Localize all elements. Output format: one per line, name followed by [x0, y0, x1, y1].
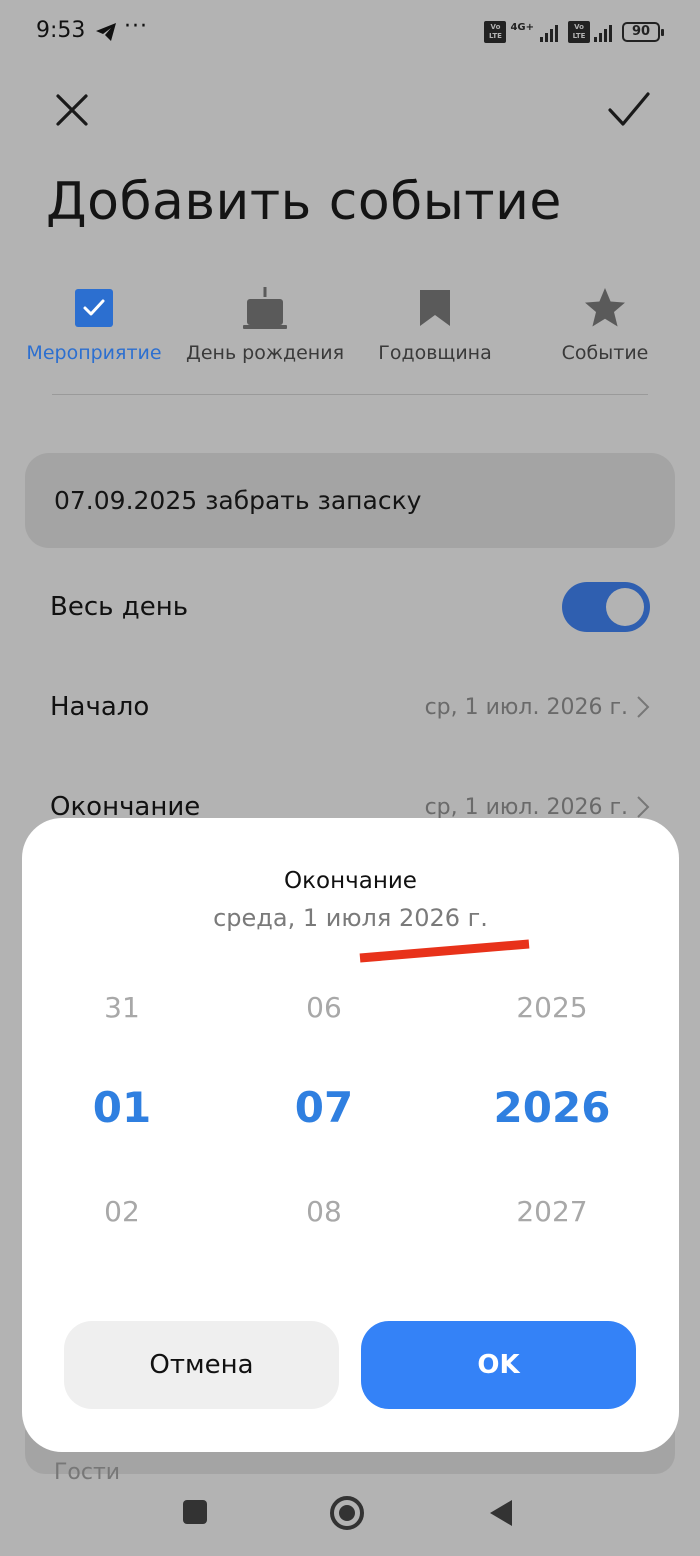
bookmark-icon — [420, 290, 450, 326]
month-next[interactable]: 08 — [234, 1182, 414, 1242]
dialog-title: Окончание — [284, 868, 417, 894]
cancel-button[interactable]: Отмена — [64, 1321, 339, 1409]
signal-icon — [540, 22, 558, 42]
red-underline-annotation — [359, 939, 530, 963]
divider — [52, 394, 648, 395]
day-next[interactable]: 02 — [32, 1182, 212, 1242]
recents-button[interactable] — [183, 1500, 207, 1524]
tab-label: Событие — [561, 342, 649, 364]
all-day-row: Весь день — [50, 577, 650, 637]
back-button[interactable] — [488, 1498, 514, 1528]
star-icon — [585, 288, 625, 327]
tab-label: Мероприятие — [26, 342, 162, 364]
tab-event[interactable]: Событие — [548, 280, 662, 364]
network-type: 4G+ — [510, 21, 534, 33]
month-wheel[interactable]: 06 07 08 — [234, 978, 414, 1242]
tab-label: Годовщина — [378, 342, 492, 364]
chevron-right-icon — [637, 696, 650, 718]
status-time: 9:53 — [36, 18, 86, 43]
year-next[interactable]: 2027 — [462, 1182, 642, 1242]
tab-label: День рождения — [185, 342, 345, 364]
volte-icon: Vo LTE — [484, 21, 507, 43]
close-icon[interactable] — [50, 88, 94, 132]
page-title: Добавить событие — [46, 172, 562, 232]
tab-meeting[interactable]: Мероприятие — [24, 280, 164, 364]
signal-icon-2 — [594, 22, 612, 42]
end-value: ср, 1 июл. 2026 г. — [424, 794, 628, 820]
status-indicators: Vo LTE 4G+ Vo LTE 90 — [484, 20, 664, 44]
all-day-label: Весь день — [50, 592, 189, 622]
ok-button[interactable]: OK — [361, 1321, 636, 1409]
event-type-tabs: Мероприятие День рождения Годовщина Собы… — [0, 280, 700, 380]
year-wheel[interactable]: 2025 2026 2027 — [462, 978, 642, 1242]
start-value: ср, 1 июл. 2026 г. — [424, 694, 628, 720]
checkbox-icon — [75, 289, 113, 327]
navigation-bar — [0, 1474, 700, 1556]
battery-icon: 90 — [622, 22, 664, 42]
dialog-selected-date: среда, 1 июля 2026 г. — [213, 904, 488, 932]
more-notifications-icon: ··· — [124, 14, 148, 39]
all-day-toggle[interactable] — [562, 582, 650, 632]
start-row[interactable]: Начало ср, 1 июл. 2026 г. — [50, 677, 650, 737]
home-button[interactable] — [330, 1496, 364, 1530]
month-prev[interactable]: 06 — [234, 978, 414, 1038]
day-wheel[interactable]: 31 01 02 — [32, 978, 212, 1242]
confirm-check-icon[interactable] — [606, 88, 652, 132]
year-selected[interactable]: 2026 — [462, 1038, 642, 1158]
tab-birthday[interactable]: День рождения — [184, 280, 346, 364]
tab-anniversary[interactable]: Годовщина — [370, 280, 500, 364]
start-label: Начало — [50, 692, 150, 722]
volte-icon-2: Vo LTE — [568, 21, 590, 43]
day-selected[interactable]: 01 — [32, 1038, 212, 1158]
cake-icon — [243, 287, 287, 329]
telegram-icon — [96, 23, 116, 41]
status-bar: 9:53 ··· Vo LTE 4G+ Vo LTE 90 — [0, 0, 700, 66]
month-selected[interactable]: 07 — [234, 1038, 414, 1158]
chevron-right-icon — [637, 796, 650, 818]
year-prev[interactable]: 2025 — [462, 978, 642, 1038]
day-prev[interactable]: 31 — [32, 978, 212, 1038]
event-title-input[interactable]: 07.09.2025 забрать запаску — [25, 453, 675, 548]
date-picker-dialog: Окончание среда, 1 июля 2026 г. 31 01 02… — [22, 818, 679, 1452]
